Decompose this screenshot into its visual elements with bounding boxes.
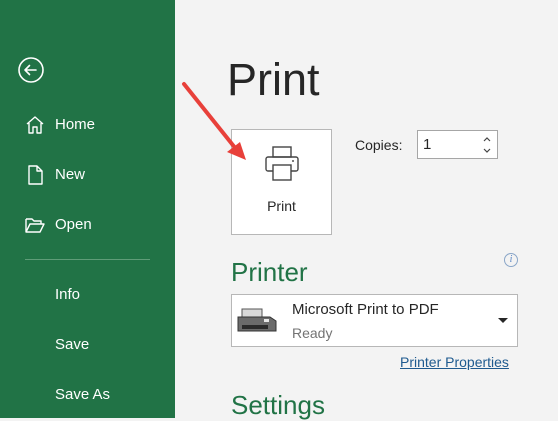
backstage-sidebar: Home New Open Info Save Save As	[0, 0, 175, 418]
sidebar-item-info[interactable]: Info	[0, 276, 175, 312]
sidebar-item-label: Save	[55, 335, 90, 353]
printer-section-title: Printer	[231, 257, 308, 287]
printer-name: Microsoft Print to PDF	[292, 301, 439, 318]
dropdown-caret-icon	[498, 318, 508, 323]
chevron-up-icon[interactable]	[481, 133, 493, 145]
printer-device-icon	[237, 308, 277, 332]
printer-dropdown[interactable]: Microsoft Print to PDF Ready	[231, 294, 518, 347]
copies-stepper	[417, 130, 498, 159]
printer-icon	[265, 146, 299, 181]
copies-label: Copies:	[355, 137, 403, 153]
sidebar-item-label: Home	[55, 115, 96, 133]
print-button[interactable]: Print	[231, 129, 332, 235]
chevron-down-icon[interactable]	[481, 145, 493, 157]
printer-properties-link[interactable]: Printer Properties	[400, 354, 509, 370]
sidebar-divider	[25, 259, 150, 260]
page-title: Print	[227, 54, 320, 105]
sidebar-item-label: Info	[55, 285, 81, 303]
sidebar-item-label: Save As	[55, 385, 111, 403]
new-document-icon	[28, 165, 43, 185]
sidebar-item-open[interactable]: Open	[0, 206, 175, 242]
home-icon	[26, 116, 44, 134]
sidebar-item-save[interactable]: Save	[0, 326, 175, 362]
sidebar-item-home[interactable]: Home	[0, 106, 175, 142]
sidebar-item-label: New	[55, 165, 86, 183]
sidebar-item-new[interactable]: New	[0, 156, 175, 192]
info-icon[interactable]: i	[504, 253, 518, 267]
open-folder-icon	[25, 218, 45, 233]
printer-status: Ready	[292, 325, 333, 341]
settings-section-title: Settings	[231, 390, 325, 420]
back-button[interactable]	[17, 56, 45, 84]
print-button-label: Print	[267, 198, 296, 214]
sidebar-item-save-as[interactable]: Save As	[0, 376, 175, 412]
copies-input[interactable]	[418, 131, 483, 158]
back-arrow-circle-icon	[18, 57, 44, 83]
sidebar-item-label: Open	[55, 215, 92, 233]
